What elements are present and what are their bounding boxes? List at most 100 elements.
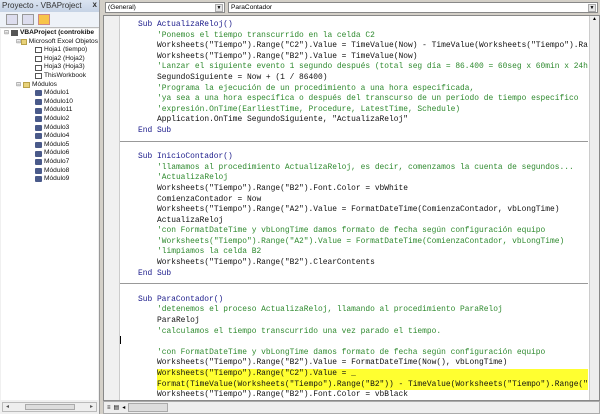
code-line[interactable]: Sub ParaContador()	[120, 295, 588, 306]
code-line[interactable]: 'ya sea a una hora específica o después …	[120, 94, 588, 105]
horizontal-scrollbar-thumb[interactable]	[128, 403, 169, 412]
tree-item[interactable]: Módulo9	[1, 175, 98, 184]
code-line[interactable]: Worksheets("Tiempo").Range("B2").Font.Co…	[120, 184, 588, 195]
chevron-down-icon[interactable]: ▼	[215, 4, 223, 12]
tree-horizontal-scrollbar[interactable]: ◂ ▸	[2, 402, 97, 412]
code-line[interactable]: Format(TimeValue(Worksheets("Tiempo").Ra…	[157, 379, 588, 391]
tree-item[interactable]: Módulo3	[1, 124, 98, 133]
blank-line[interactable]	[120, 142, 588, 153]
code-line[interactable]: End Sub	[120, 126, 588, 137]
tree-item[interactable]: Módulo11	[1, 106, 98, 115]
tree-item-label: VBAProject (controkibe	[20, 29, 95, 36]
tree-item[interactable]: Módulo8	[1, 167, 98, 176]
code-line[interactable]: 'con FormatDateTime y vbLongTime damos f…	[120, 348, 588, 359]
code-line[interactable]: Application.OnTime SegundoSiguiente, "Ac…	[120, 115, 588, 126]
sheet-icon	[35, 73, 42, 80]
toggle-folders-icon[interactable]	[38, 14, 50, 25]
code-line[interactable]: 'con FormatDateTime y vbLongTime damos f…	[120, 226, 588, 237]
tree-item[interactable]: ⊟ Módulos	[1, 81, 98, 90]
procedure-view-icon[interactable]: ≡	[107, 405, 111, 411]
code-line[interactable]: Worksheets("Tiempo").Range("B2").Font.Co…	[120, 390, 588, 400]
code-line[interactable]: 'limpiamos la celda B2	[120, 247, 588, 258]
code-line[interactable]: Worksheets("Tiempo").Range("B2").Value =…	[120, 52, 588, 63]
code-line[interactable]: End Sub	[120, 269, 588, 280]
tree-item[interactable]: Hoja1 (tiempo)	[1, 46, 98, 55]
chevron-down-icon[interactable]: ▼	[588, 4, 596, 12]
view-object-icon[interactable]	[22, 14, 34, 25]
tree-item-label: Módulo11	[44, 106, 73, 114]
tree-item-label: Módulo3	[44, 123, 70, 131]
sheet-icon	[35, 47, 42, 54]
tree-item-label: Módulo1	[44, 89, 70, 97]
code-line[interactable]: 'detenemos el proceso ActualizaReloj, ll…	[120, 305, 588, 316]
object-dropdown-value: (General)	[108, 4, 136, 11]
code-line[interactable]: ComienzaContador = Now	[120, 195, 588, 206]
tree-item-label: ThisWorkbook	[44, 71, 87, 79]
tree-item[interactable]: Módulo1	[1, 89, 98, 98]
tree-item-label: Módulo2	[44, 114, 70, 122]
folder-icon	[23, 81, 30, 88]
panel-title: Proyecto - VBAProject	[2, 1, 82, 10]
vertical-scrollbar[interactable]: ▲	[589, 16, 599, 400]
tree-item-label: Módulo6	[44, 149, 70, 157]
full-module-view-icon[interactable]: ▤	[114, 404, 120, 411]
code-line[interactable]: Worksheets("Tiempo").Range("C2").Value =…	[120, 41, 588, 52]
expand-toggle-icon[interactable]: ⊟	[16, 81, 23, 90]
expand-toggle-icon[interactable]: ⊟	[4, 29, 11, 38]
code-line[interactable]: 'calculamos el tiempo transcurrido una v…	[120, 327, 588, 338]
tree-item-label: Hoja2 (Hoja2)	[44, 54, 85, 62]
code-line[interactable]: Worksheets("Tiempo").Range("A2").Value =…	[120, 205, 588, 216]
tree-item[interactable]: ThisWorkbook	[1, 72, 98, 81]
tree-item[interactable]: Módulo6	[1, 149, 98, 158]
code-line[interactable]: 'expresión.OnTime(EarliestTime, Procedur…	[120, 105, 588, 116]
tree-item[interactable]: Módulo5	[1, 141, 98, 150]
project-explorer-title: Proyecto - VBAProject x	[0, 0, 99, 12]
code-line[interactable]	[120, 337, 588, 348]
tree-item[interactable]: Hoja2 (Hoja2)	[1, 55, 98, 64]
blank-line[interactable]	[120, 284, 588, 295]
module-icon	[35, 150, 42, 157]
tree-item-label: Módulo5	[44, 140, 70, 148]
tree-item[interactable]: ⊟ VBAProject (controkibe	[1, 29, 98, 38]
code-line[interactable]: 'Lanzar el siguiente evento 1 segundo de…	[120, 62, 588, 73]
project-icon	[11, 30, 18, 37]
procedure-dropdown[interactable]: ParaContador ▼	[228, 2, 598, 13]
code-pane[interactable]: Sub ActualizaReloj() 'Ponemos el tiempo t…	[103, 15, 600, 401]
tree-item-label: Microsoft Excel Objetos	[28, 37, 98, 45]
code-line[interactable]: Sub ActualizaReloj()	[120, 20, 588, 31]
code-bottom-bar: ≡ ▤ ◂	[103, 401, 600, 414]
tree-item[interactable]: Módulo10	[1, 98, 98, 107]
tree-item-label: Hoja1 (tiempo)	[44, 46, 88, 54]
module-icon	[35, 124, 42, 131]
code-line[interactable]: Worksheets("Tiempo").Range("B2").Value =…	[120, 358, 588, 369]
code-line[interactable]: ActualizaReloj	[120, 216, 588, 227]
code-line[interactable]: 'Worksheets("Tiempo").Range("A2").Value …	[120, 237, 588, 248]
close-icon[interactable]: x	[93, 0, 97, 9]
tree-item-label: Módulo8	[44, 166, 70, 174]
code-line[interactable]: Sub InicioContador()	[120, 152, 588, 163]
code-line[interactable]: Worksheets("Tiempo").Range("C2").Value =…	[157, 369, 588, 380]
code-line[interactable]: 'Programa la ejecución de un procedimien…	[120, 84, 588, 95]
margin-indicator-bar[interactable]	[104, 16, 120, 400]
module-icon	[35, 159, 42, 166]
object-dropdown[interactable]: (General) ▼	[105, 2, 225, 13]
module-icon	[35, 142, 42, 149]
tree-item-label: Módulo4	[44, 132, 70, 140]
tree-item[interactable]: Módulo2	[1, 115, 98, 124]
view-code-icon[interactable]	[6, 14, 18, 25]
code-line[interactable]: 'ActualizaReloj	[120, 173, 588, 184]
code-line[interactable]: 'llamamos al procedimiento ActualizaRelo…	[120, 163, 588, 174]
tree-item[interactable]: Hoja3 (Hoja3)	[1, 63, 98, 72]
tree-item[interactable]: Módulo4	[1, 132, 98, 141]
code-lines[interactable]: Sub ActualizaReloj() 'Ponemos el tiempo t…	[120, 17, 588, 400]
module-icon	[35, 99, 42, 106]
module-icon	[35, 133, 42, 140]
tree-item[interactable]: Módulo7	[1, 158, 98, 167]
code-line[interactable]: ParaReloj	[120, 316, 588, 327]
module-icon	[35, 107, 42, 114]
tree-item[interactable]: ⊟ Microsoft Excel Objetos	[1, 38, 98, 47]
code-line[interactable]: Worksheets("Tiempo").Range("B2").ClearCo…	[120, 258, 588, 269]
code-line[interactable]: 'Ponemos el tiempo transcurrido en la ce…	[120, 31, 588, 42]
code-line[interactable]: SegundoSiguiente = Now + (1 / 86400)	[120, 73, 588, 84]
scroll-left-icon[interactable]: ◂	[122, 404, 125, 411]
